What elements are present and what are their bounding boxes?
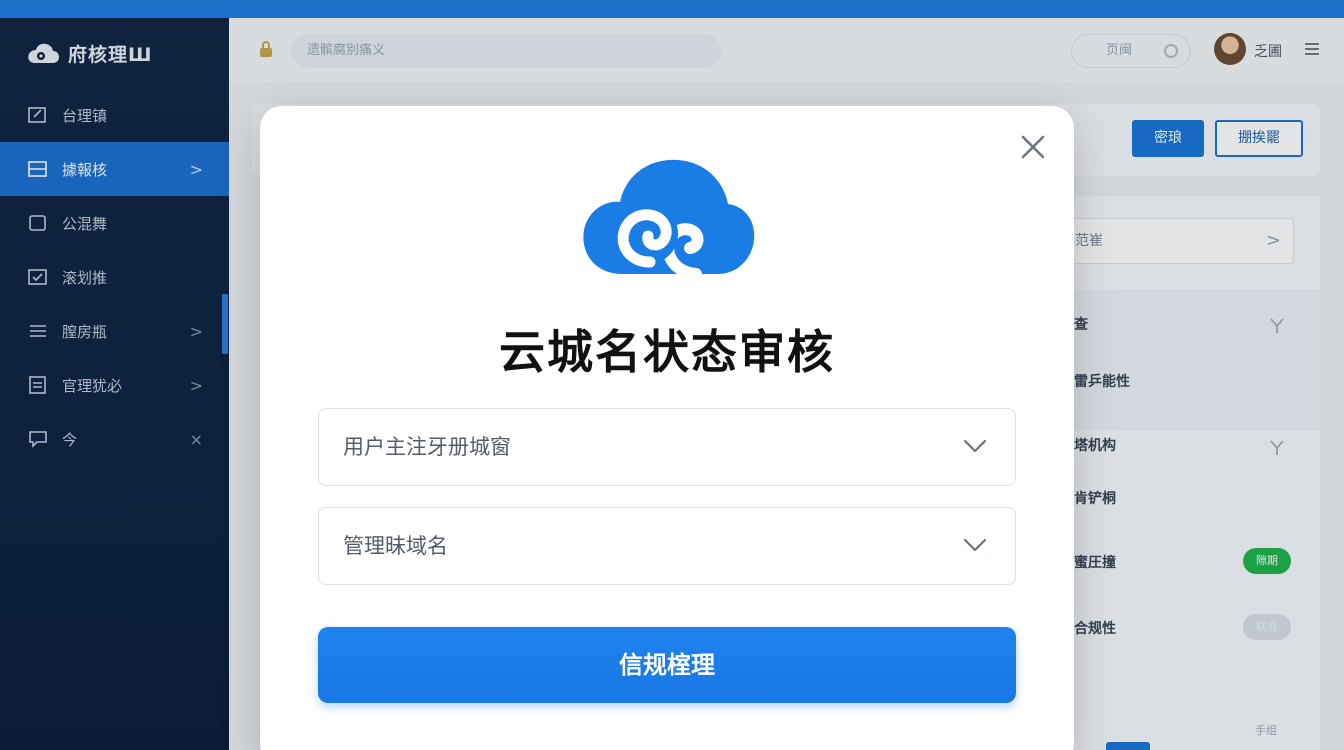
registered-domain-select[interactable]: 用户主注牙册城窗 — [318, 408, 1016, 486]
select-placeholder: 管理昧域名 — [343, 534, 448, 558]
chevron-down-icon — [963, 538, 987, 552]
managed-domain-select[interactable]: 管理昧域名 — [318, 507, 1016, 585]
domain-review-modal: 云城名状态审核 用户主注牙册城窗 管理昧域名 信规榁理 — [260, 106, 1074, 750]
select-placeholder: 用户主注牙册城窗 — [343, 435, 511, 459]
chevron-down-icon — [963, 439, 987, 453]
submit-button[interactable]: 信规榁理 — [318, 627, 1016, 703]
cloud-logo-icon — [583, 159, 755, 280]
close-icon[interactable] — [1020, 134, 1046, 160]
modal-title: 云城名状态审核 — [499, 325, 835, 379]
